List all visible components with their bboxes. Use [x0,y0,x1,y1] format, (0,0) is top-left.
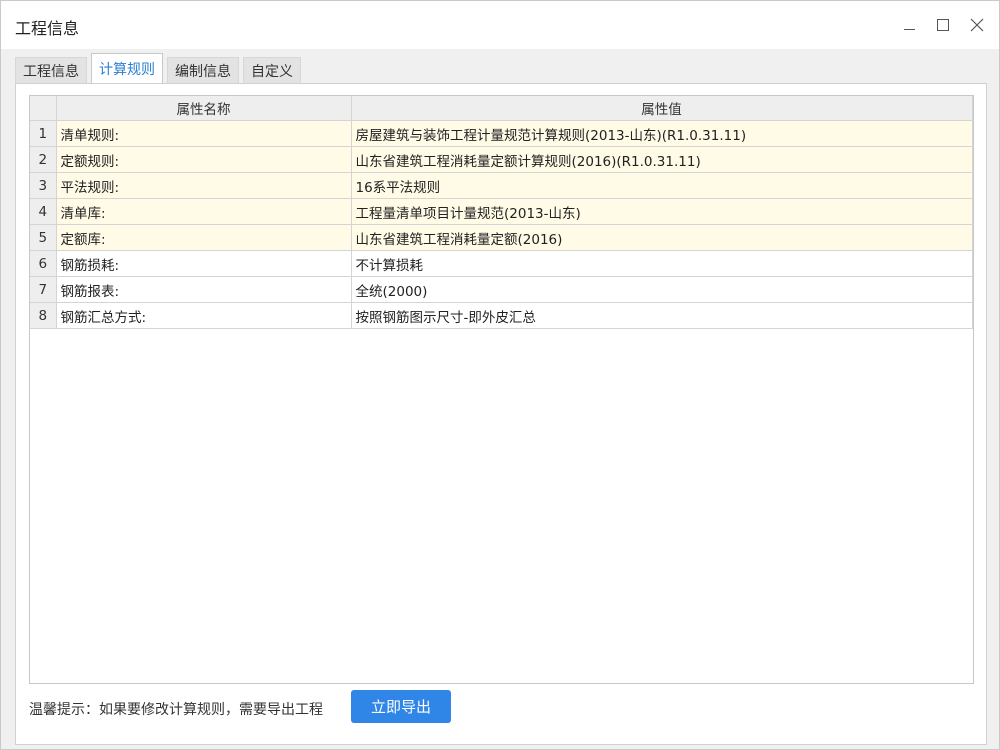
table-row[interactable]: 3 平法规则: 16系平法规则 [30,172,973,199]
row-number: 2 [30,146,57,173]
tab-custom[interactable]: 自定义 [243,57,301,84]
property-value-cell[interactable]: 山东省建筑工程消耗量定额计算规则(2016)(R1.0.31.11) [351,146,973,173]
row-number: 4 [30,198,57,225]
property-name-cell[interactable]: 平法规则: [56,172,352,199]
maximize-icon[interactable] [931,13,955,37]
property-name-cell[interactable]: 定额规则: [56,146,352,173]
header-num [30,96,57,121]
property-grid: 属性名称 属性值 1 清单规则: 房屋建筑与装饰工程计量规范计算规则(2013-山东… [29,95,974,684]
property-name-cell[interactable]: 钢筋损耗: [56,250,352,277]
table-row[interactable]: 2 定额规则: 山东省建筑工程消耗量定额计算规则(2016)(R1.0.31.11) [30,146,973,173]
row-number: 1 [30,120,57,147]
table-row[interactable]: 8 钢筋汇总方式: 按照钢筋图示尺寸-即外皮汇总 [30,302,973,329]
row-number: 8 [30,302,57,329]
tab-panel: 属性名称 属性值 1 清单规则: 房屋建筑与装饰工程计量规范计算规则(2013-山东… [15,83,987,745]
property-name-cell[interactable]: 钢筋报表: [56,276,352,303]
window-title: 工程信息 [15,19,80,38]
property-value-cell[interactable]: 山东省建筑工程消耗量定额(2016) [351,224,973,251]
property-value-cell[interactable]: 工程量清单项目计量规范(2013-山东) [351,198,973,225]
close-icon[interactable] [965,13,989,37]
header-property-name: 属性名称 [56,96,352,121]
row-number: 7 [30,276,57,303]
tab-compile-info[interactable]: 编制信息 [167,57,239,84]
property-name-cell[interactable]: 清单规则: [56,120,352,147]
tab-calc-rules[interactable]: 计算规则 [91,53,163,84]
property-name-cell[interactable]: 钢筋汇总方式: [56,302,352,329]
row-number: 5 [30,224,57,251]
property-name-cell[interactable]: 定额库: [56,224,352,251]
property-value-cell[interactable]: 按照钢筋图示尺寸-即外皮汇总 [351,302,973,329]
table-row[interactable]: 7 钢筋报表: 全统(2000) [30,276,973,303]
table-row[interactable]: 5 定额库: 山东省建筑工程消耗量定额(2016) [30,224,973,251]
table-row[interactable]: 1 清单规则: 房屋建筑与装饰工程计量规范计算规则(2013-山东)(R1.0.31… [30,120,973,147]
property-table: 属性名称 属性值 1 清单规则: 房屋建筑与装饰工程计量规范计算规则(2013-山东… [30,96,973,329]
export-now-button[interactable]: 立即导出 [351,690,451,723]
table-row[interactable]: 6 钢筋损耗: 不计算损耗 [30,250,973,277]
row-number: 6 [30,250,57,277]
tab-project-info[interactable]: 工程信息 [15,57,87,84]
property-value-cell[interactable]: 房屋建筑与装饰工程计量规范计算规则(2013-山东)(R1.0.31.11) [351,120,973,147]
property-value-cell[interactable]: 不计算损耗 [351,250,973,277]
tab-bar: 工程信息 计算规则 编制信息 自定义 [15,53,305,84]
header-property-value: 属性值 [351,96,973,121]
project-info-window: 工程信息 工程信息 计算规则 编制信息 自定义 属性名称 属性值 1 清单规则:… [0,0,1000,750]
property-name-cell[interactable]: 清单库: [56,198,352,225]
property-value-cell[interactable]: 16系平法规则 [351,172,973,199]
minimize-icon[interactable] [897,13,921,37]
table-row[interactable]: 4 清单库: 工程量清单项目计量规范(2013-山东) [30,198,973,225]
row-number: 3 [30,172,57,199]
title-bar: 工程信息 [1,1,999,49]
table-header-row: 属性名称 属性值 [30,96,973,121]
property-value-cell[interactable]: 全统(2000) [351,276,973,303]
hint-text: 温馨提示：如果要修改计算规则，需要导出工程 [29,702,323,718]
